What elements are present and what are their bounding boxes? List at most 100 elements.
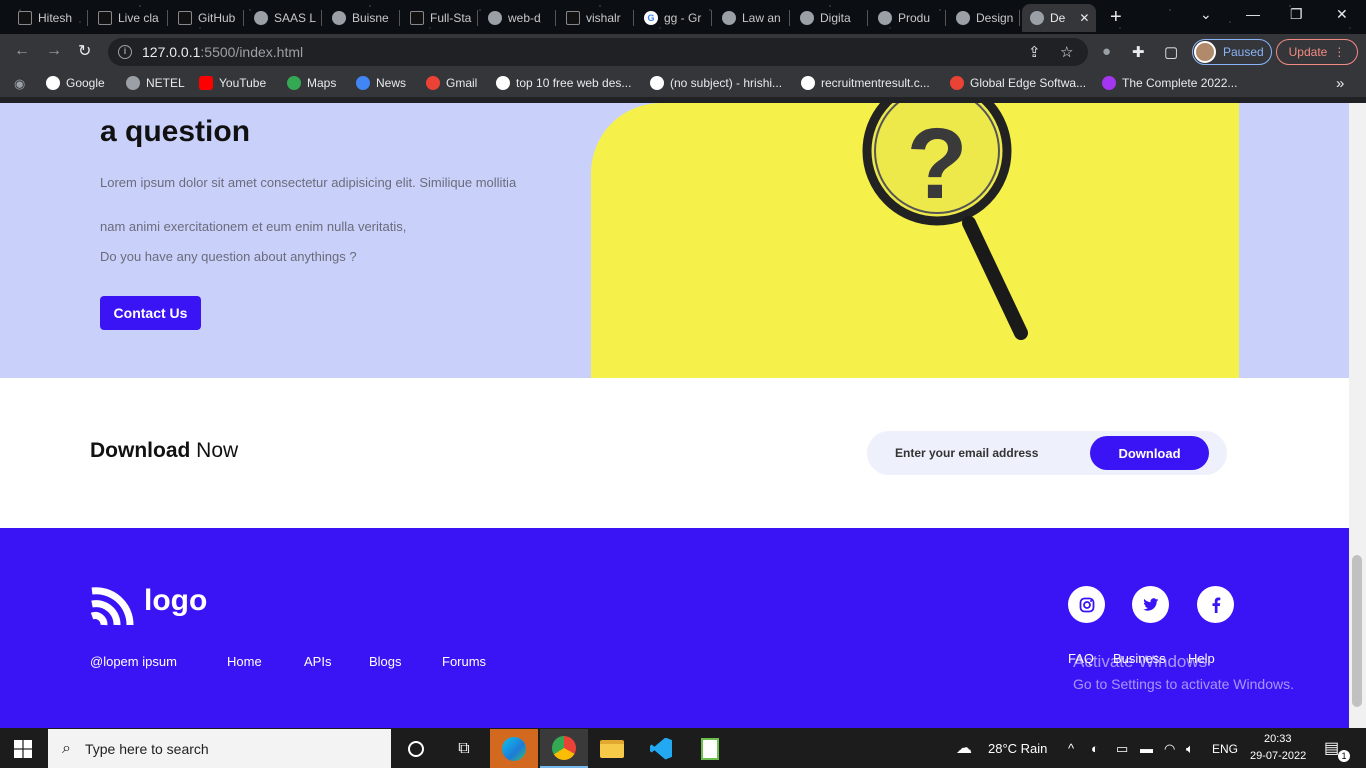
browser-tab[interactable]: Produ bbox=[870, 4, 946, 32]
forward-icon[interactable]: → bbox=[46, 42, 62, 60]
vscode-app-icon[interactable] bbox=[637, 729, 685, 768]
bookmark-item[interactable]: Maps bbox=[287, 76, 336, 90]
new-tab-button[interactable]: + bbox=[1110, 6, 1122, 29]
tray-app-icon[interactable]: ◐ bbox=[1091, 741, 1099, 756]
tab-search-icon[interactable]: ⌄ bbox=[1200, 6, 1212, 23]
bookmark-label: recruitmentresult.c... bbox=[821, 76, 930, 90]
page-viewport: a question Lorem ipsum dolor sit amet co… bbox=[0, 103, 1349, 728]
bookmark-label: Gmail bbox=[446, 76, 478, 90]
battery-icon[interactable]: ▬ bbox=[1140, 741, 1153, 756]
scrollbar-thumb[interactable] bbox=[1352, 555, 1362, 707]
extension-icon[interactable]: ● bbox=[1102, 43, 1111, 60]
footer-nav-blogs[interactable]: Blogs bbox=[369, 654, 402, 669]
tab-label: gg - Gr bbox=[664, 11, 702, 25]
instagram-button[interactable] bbox=[1068, 586, 1105, 623]
download-title-bold: Download bbox=[90, 439, 191, 462]
edge-app-icon[interactable] bbox=[490, 729, 538, 768]
email-input[interactable] bbox=[895, 441, 1095, 465]
tab-label: Produ bbox=[898, 11, 931, 25]
bookmark-label: Maps bbox=[307, 76, 337, 90]
browser-tab[interactable]: Full-Sta bbox=[402, 4, 478, 32]
browser-tab[interactable]: Design bbox=[948, 4, 1020, 32]
avatar bbox=[1194, 41, 1216, 63]
download-button[interactable]: Download bbox=[1090, 436, 1209, 470]
logo-text[interactable]: logo bbox=[144, 584, 207, 618]
bookmark-item[interactable]: NETEL bbox=[126, 76, 185, 90]
bookmark-item[interactable]: The Complete 2022... bbox=[1102, 76, 1237, 90]
footer-nav-home[interactable]: Home bbox=[227, 654, 262, 669]
clock-time[interactable]: 20:33 bbox=[1264, 733, 1292, 745]
facebook-icon bbox=[1212, 597, 1220, 613]
footer-nav-apis[interactable]: APIs bbox=[304, 654, 331, 669]
language-indicator[interactable]: ENG bbox=[1212, 742, 1238, 756]
bookmark-label: The Complete 2022... bbox=[1122, 76, 1238, 90]
tab-separator bbox=[789, 10, 790, 26]
twitter-button[interactable] bbox=[1132, 586, 1169, 623]
browser-tab[interactable]: SAAS L bbox=[246, 4, 322, 32]
browser-tab[interactable]: GitHub bbox=[170, 4, 244, 32]
more-bookmarks-icon[interactable]: » bbox=[1336, 75, 1344, 92]
taskbar-search-box[interactable]: ⌕ Type here to search bbox=[48, 729, 391, 768]
section-heading: a question bbox=[100, 115, 251, 148]
browser-tab[interactable]: Hitesh bbox=[10, 4, 88, 32]
question-section: a question Lorem ipsum dolor sit amet co… bbox=[0, 103, 1349, 378]
reload-icon[interactable]: ↻ bbox=[78, 41, 91, 61]
activate-windows-watermark: Activate Windows bbox=[1073, 652, 1208, 671]
update-button[interactable]: Update ⋮ bbox=[1276, 39, 1358, 65]
bookmark-item[interactable]: (no subject) - hrishi... bbox=[650, 76, 782, 90]
bookmark-item[interactable]: News bbox=[356, 76, 406, 90]
bookmark-item[interactable]: Google bbox=[46, 76, 105, 90]
back-icon[interactable]: ← bbox=[14, 42, 30, 60]
show-hidden-icons-icon[interactable]: ^ bbox=[1068, 741, 1074, 756]
wifi-icon[interactable]: ◠ bbox=[1164, 741, 1175, 757]
tab-separator bbox=[633, 10, 634, 26]
bookmark-item[interactable]: YouTube bbox=[199, 76, 266, 90]
apps-icon[interactable]: ◉ bbox=[14, 76, 25, 92]
bookmark-label: YouTube bbox=[219, 76, 267, 90]
restore-button[interactable]: ❐ bbox=[1290, 6, 1303, 23]
globe-icon bbox=[722, 11, 736, 25]
minimize-button[interactable]: — bbox=[1246, 6, 1260, 22]
gmail-icon bbox=[426, 76, 440, 90]
bookmark-item[interactable]: Global Edge Softwa... bbox=[950, 76, 1086, 90]
bookmark-item[interactable]: top 10 free web des... bbox=[496, 76, 631, 90]
notepad-plus-icon[interactable] bbox=[686, 729, 734, 768]
bookmark-item[interactable]: Gmail bbox=[426, 76, 477, 90]
windows-start-icon[interactable] bbox=[14, 740, 32, 758]
facebook-button[interactable] bbox=[1197, 586, 1234, 623]
browser-tab[interactable]: Live cla bbox=[90, 4, 168, 32]
footer-nav-forums[interactable]: Forums bbox=[442, 654, 486, 669]
clock-date[interactable]: 29-07-2022 bbox=[1250, 750, 1306, 762]
weather-text[interactable]: 28°C Rain bbox=[988, 741, 1047, 756]
browser-tab[interactable]: Law an bbox=[714, 4, 790, 32]
browser-tab[interactable]: Ggg - Gr bbox=[636, 4, 712, 32]
bookmark-star-icon[interactable]: ☆ bbox=[1060, 43, 1073, 61]
chrome-app-icon[interactable] bbox=[540, 729, 588, 768]
more-menu-icon: ⋮ bbox=[1333, 45, 1346, 59]
notification-icon[interactable]: ▤ bbox=[1324, 738, 1339, 758]
bookmark-label: Global Edge Softwa... bbox=[970, 76, 1087, 90]
browser-tab[interactable]: Buisne bbox=[324, 4, 400, 32]
close-tab-icon[interactable]: ✕ bbox=[1079, 11, 1089, 25]
cortana-icon[interactable] bbox=[392, 729, 440, 768]
url-text[interactable]: 127.0.0.1:5500/index.html bbox=[142, 44, 303, 60]
meet-now-icon[interactable]: ▭ bbox=[1116, 741, 1128, 757]
file-explorer-icon[interactable] bbox=[588, 729, 636, 768]
contact-us-button[interactable]: Contact Us bbox=[100, 296, 201, 330]
task-view-icon[interactable]: ⧉ bbox=[440, 729, 488, 768]
volume-icon[interactable]: 🔈︎ bbox=[1186, 741, 1194, 757]
side-panel-icon[interactable]: ▢ bbox=[1164, 43, 1178, 61]
site-info-icon[interactable]: i bbox=[118, 45, 132, 59]
browser-tab[interactable]: vishalr bbox=[558, 4, 634, 32]
browser-tab[interactable]: Digita bbox=[792, 4, 868, 32]
extensions-puzzle-icon[interactable]: ✚ bbox=[1132, 43, 1145, 61]
browser-tab[interactable]: De ✕ bbox=[1022, 4, 1096, 32]
weather-icon[interactable]: ☁ bbox=[956, 738, 972, 758]
tab-label: vishalr bbox=[586, 11, 621, 25]
tab-label: Digita bbox=[820, 11, 851, 25]
bookmark-label: (no subject) - hrishi... bbox=[670, 76, 783, 90]
bookmark-item[interactable]: recruitmentresult.c... bbox=[801, 76, 930, 90]
browser-tab[interactable]: web-d bbox=[480, 4, 556, 32]
close-window-button[interactable]: ✕ bbox=[1336, 6, 1348, 23]
share-icon[interactable]: ⇪ bbox=[1028, 43, 1041, 61]
